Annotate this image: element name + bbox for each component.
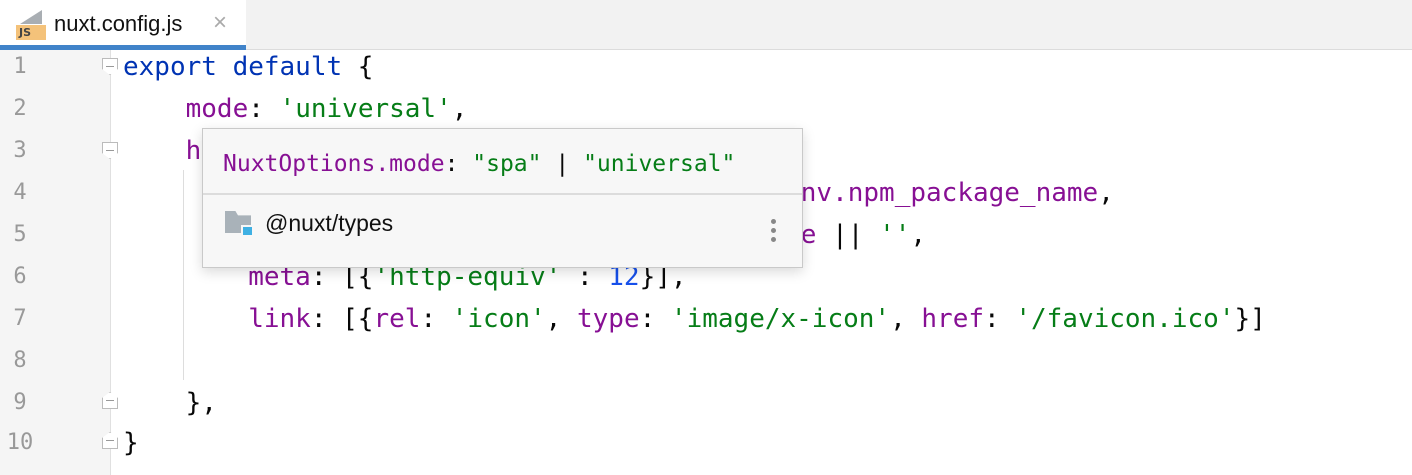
property: mode xyxy=(185,94,249,124)
type-literal: "universal" xyxy=(583,151,736,177)
line-number: 5 xyxy=(13,222,27,247)
property: type xyxy=(576,304,640,334)
more-options-icon[interactable] xyxy=(769,217,777,247)
quick-documentation-popup: NuxtOptions.mode: "spa" | "universal" @n… xyxy=(202,128,803,268)
gutter-divider xyxy=(110,50,111,475)
line-number: 10 xyxy=(6,430,34,455)
punct: | xyxy=(541,151,584,177)
line-number: 9 xyxy=(13,390,27,415)
string: 'icon' xyxy=(451,304,546,334)
code-line-3: h xyxy=(186,134,202,176)
punct: , xyxy=(1098,178,1114,208)
punct: , xyxy=(890,304,922,334)
property: href xyxy=(921,304,985,334)
line-number: 2 xyxy=(13,96,27,121)
punct: , xyxy=(545,304,577,334)
package-link[interactable]: @nuxt/types xyxy=(225,209,393,237)
string: 'universal' xyxy=(279,94,452,124)
punct: : xyxy=(248,94,280,124)
property: e xyxy=(800,220,817,250)
punct: }, xyxy=(185,388,217,418)
code-line-5: e || '', xyxy=(801,218,926,260)
punct: : [{ xyxy=(310,304,374,334)
punct: : xyxy=(444,151,473,177)
tab-label: nuxt.config.js xyxy=(54,11,183,36)
line-number: 6 xyxy=(13,264,27,289)
tab-nuxt-config[interactable]: JS nuxt.config.js × xyxy=(0,0,246,50)
punct: }] xyxy=(1234,304,1266,334)
line-number: 4 xyxy=(13,180,27,205)
code-line-7: link: [{rel: 'icon', type: 'image/x-icon… xyxy=(248,302,1266,344)
punct: , xyxy=(910,220,927,250)
code-line-10: } xyxy=(123,426,139,468)
property: h xyxy=(185,136,202,166)
line-number: 3 xyxy=(13,138,27,163)
property: rel xyxy=(373,304,421,334)
code-line-1: export default { xyxy=(123,50,373,92)
package-folder-icon xyxy=(225,209,257,237)
punct: } xyxy=(123,428,139,458)
punct: { xyxy=(342,52,374,82)
punct: : xyxy=(639,304,671,334)
keyword: export default xyxy=(123,52,343,82)
punct: : xyxy=(984,304,1016,334)
property: link xyxy=(248,304,311,334)
punct: , xyxy=(451,94,468,124)
punct: : xyxy=(420,304,452,334)
property: npm_package_name xyxy=(847,178,1099,208)
string: 'image/x-icon' xyxy=(670,304,891,334)
property: nv. xyxy=(800,178,848,208)
type-signature: NuxtOptions.mode: "spa" | "universal" xyxy=(223,151,735,177)
punct: || xyxy=(816,220,880,250)
indent-guide xyxy=(183,170,184,380)
code-line-9: }, xyxy=(186,386,217,428)
close-tab-icon[interactable]: × xyxy=(213,9,227,37)
line-number: 7 xyxy=(13,306,27,331)
code-content: export default { mode: 'universal', h nv… xyxy=(123,50,1266,458)
js-file-icon: JS xyxy=(16,10,46,40)
signature-owner: NuxtOptions.mode xyxy=(223,151,445,177)
popup-divider xyxy=(203,193,802,195)
package-name: @nuxt/types xyxy=(265,209,394,236)
tab-bar: JS nuxt.config.js × xyxy=(0,0,1412,50)
line-number: 8 xyxy=(13,348,27,373)
code-line-4: nv.npm_package_name, xyxy=(801,176,1114,218)
string: '' xyxy=(879,220,911,250)
string: '/favicon.ico' xyxy=(1015,304,1235,334)
line-number: 1 xyxy=(13,54,27,79)
type-literal: "spa" xyxy=(472,151,542,177)
